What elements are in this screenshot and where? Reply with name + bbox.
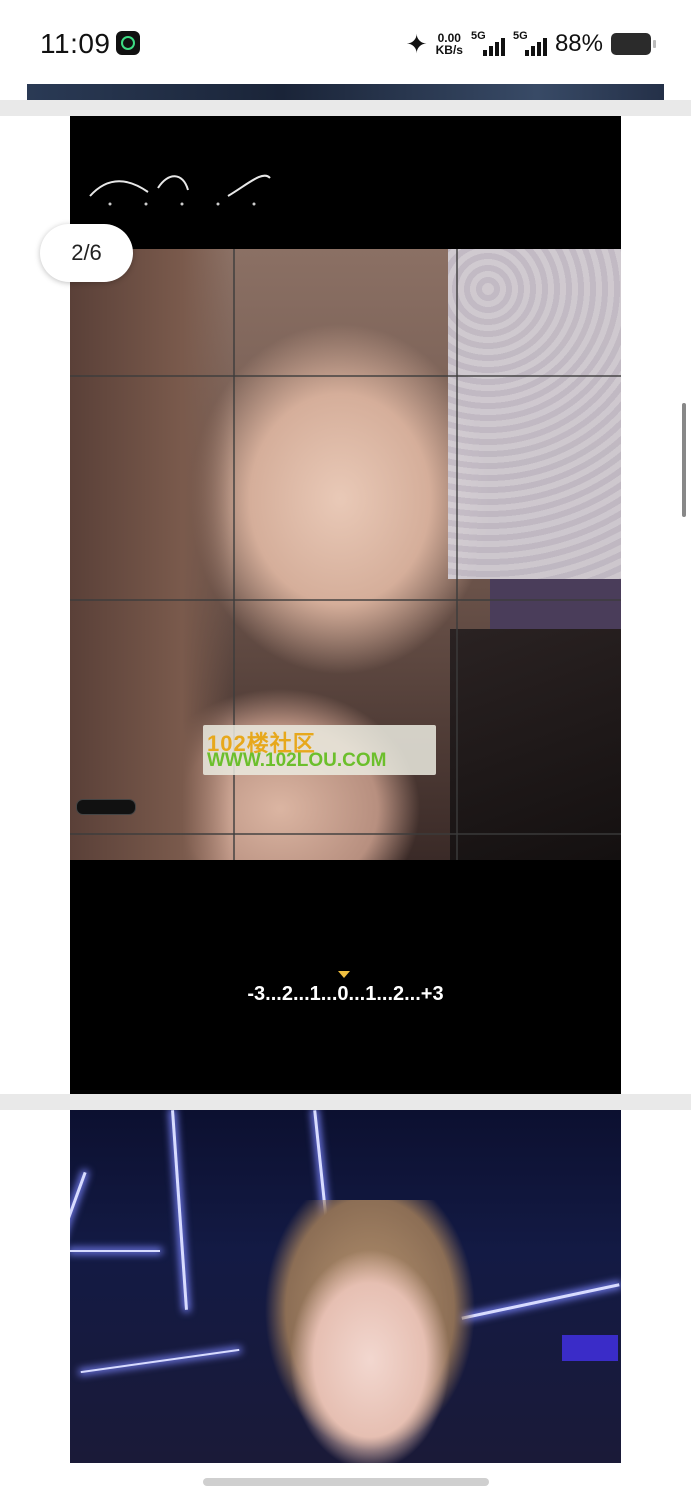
page-indicator: 2/6 — [40, 224, 133, 282]
mirrored-caption-bubble — [76, 799, 136, 815]
status-time: 11:09 — [40, 28, 111, 59]
image-feed[interactable]: 102楼社区 WWW.102LOU.COM -3...2...1...0...1… — [0, 84, 691, 1500]
exposure-scale: -3...2...1...0...1...2...+3 — [247, 983, 444, 1005]
exposure-pointer-icon — [338, 971, 350, 978]
bluetooth-icon: ✦ — [405, 28, 428, 59]
network-speed-unit: KB/s — [435, 43, 463, 57]
signal-icon: 5G — [471, 30, 505, 58]
app-notification-icon — [116, 31, 140, 55]
network-speed: 0.00 KB/s — [436, 32, 463, 56]
signature-logo — [89, 174, 271, 206]
status-bar: 11:09 ✦ 0.00 KB/s 5G 5G 88% — [0, 0, 691, 84]
home-indicator[interactable] — [203, 1478, 489, 1486]
photo-separator — [0, 100, 691, 116]
status-icons: ✦ 0.00 KB/s 5G 5G 88% — [405, 28, 656, 60]
screen: 11:09 ✦ 0.00 KB/s 5G 5G 88% 102楼社区 WWW.1… — [0, 0, 691, 1500]
battery-percent: 88% — [554, 30, 603, 57]
photo-item[interactable]: 102楼社区 WWW.102LOU.COM -3...2...1...0...1… — [70, 116, 621, 1094]
signal-icon: 5G — [513, 30, 547, 58]
scrollbar[interactable] — [682, 403, 686, 517]
battery-icon — [611, 33, 656, 55]
photo-item[interactable] — [70, 1110, 621, 1463]
watermark: 102楼社区 WWW.102LOU.COM — [203, 725, 436, 775]
watermark-url: WWW.102LOU.COM — [207, 750, 387, 771]
photo-separator — [0, 1094, 691, 1110]
previous-photo-edge[interactable] — [27, 84, 664, 100]
nightclub-photo — [70, 1110, 621, 1463]
